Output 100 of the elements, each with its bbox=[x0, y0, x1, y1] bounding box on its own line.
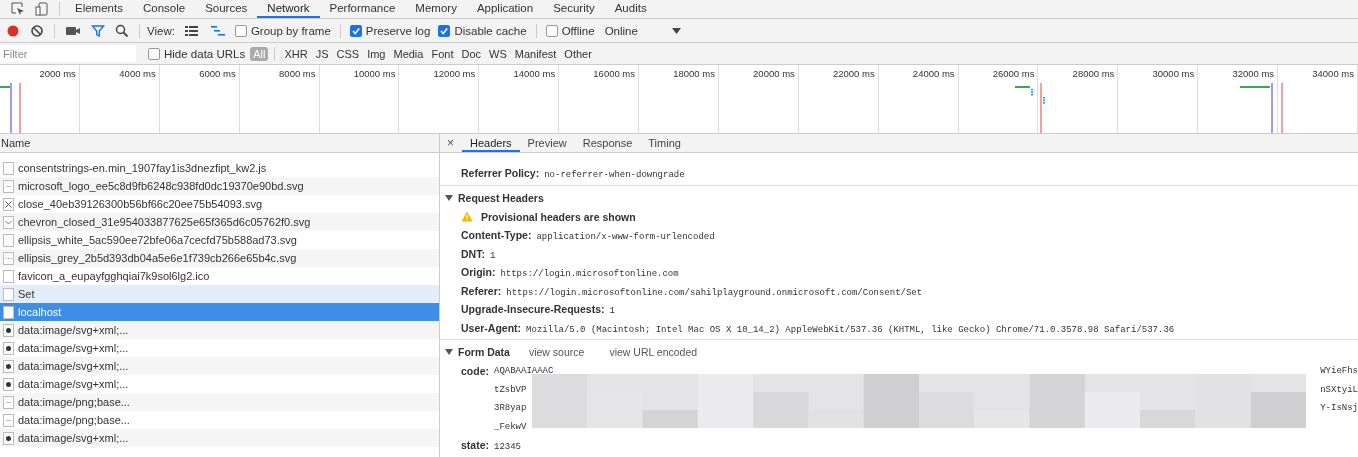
panel-tab[interactable]: Console bbox=[132, 0, 196, 18]
file-icon bbox=[3, 179, 14, 193]
header-value: https://login.microsoftonline.com bbox=[500, 268, 679, 281]
view-label: View: bbox=[147, 24, 175, 37]
request-row[interactable]: data:image/svg+xml;... bbox=[0, 429, 439, 447]
record-icon[interactable] bbox=[6, 23, 20, 38]
header-value: 1 bbox=[609, 305, 615, 318]
search-icon[interactable] bbox=[115, 23, 129, 38]
tick-label: 18000 ms bbox=[673, 68, 715, 79]
device-icon[interactable] bbox=[35, 2, 49, 16]
detail-tab[interactable]: Response bbox=[574, 134, 641, 152]
view-link[interactable]: view source bbox=[528, 346, 585, 358]
type-filter[interactable]: Other bbox=[561, 46, 595, 61]
expanded-triangle-icon[interactable] bbox=[445, 193, 453, 202]
panel-tab[interactable]: Audits bbox=[604, 0, 657, 18]
header-name: DNT: bbox=[461, 246, 485, 262]
checkbox[interactable] bbox=[438, 24, 451, 37]
image-icon bbox=[3, 341, 14, 355]
section-title[interactable]: Request Headers bbox=[458, 191, 544, 204]
ellipsis-icon bbox=[3, 251, 14, 265]
header-value: no-referrer-when-downgrade bbox=[544, 169, 685, 182]
value-fragment: 3R8yap bbox=[494, 402, 527, 415]
file-icon bbox=[3, 269, 14, 283]
request-row[interactable]: data:image/svg+xml;... bbox=[0, 321, 439, 339]
header-name: state: bbox=[461, 438, 489, 453]
panel-tab[interactable]: Performance bbox=[319, 0, 406, 18]
request-row[interactable]: ellipsis_grey_2b5d393db04a5e6e1f739cb266e65b4c.svg bbox=[0, 249, 439, 267]
detail-tab[interactable]: Timing bbox=[640, 134, 689, 152]
list-view-icon[interactable] bbox=[183, 23, 200, 38]
hide-data-urls-label[interactable]: Hide data URLs bbox=[164, 47, 246, 60]
tick-label: 30000 ms bbox=[1152, 68, 1195, 79]
image-icon bbox=[3, 431, 14, 445]
panel-tab[interactable]: Sources bbox=[195, 0, 258, 18]
column-header[interactable]: Name bbox=[0, 134, 439, 153]
option-label[interactable]: Disable cache bbox=[454, 24, 527, 37]
request-row[interactable]: Set bbox=[0, 285, 439, 303]
checkbox[interactable] bbox=[148, 47, 160, 60]
header-value: 12345 bbox=[494, 441, 522, 454]
panel-tab[interactable]: Security bbox=[543, 0, 605, 18]
type-filter[interactable]: JS bbox=[312, 46, 332, 61]
panel-tab[interactable]: Elements bbox=[65, 0, 133, 18]
type-filter[interactable]: CSS bbox=[333, 46, 363, 61]
filter-field[interactable]: Filter bbox=[0, 45, 136, 62]
value-fragment: AQABAAIAAAC bbox=[494, 365, 554, 378]
checkbox[interactable] bbox=[349, 24, 362, 37]
option-label[interactable]: Preserve log bbox=[365, 24, 431, 37]
header-value: 1 bbox=[489, 249, 496, 263]
section-title[interactable]: Form Data bbox=[458, 346, 510, 358]
file-icon bbox=[3, 305, 14, 319]
header-name: Referrer Policy: bbox=[461, 166, 540, 181]
warning-icon bbox=[461, 211, 473, 223]
offline-label[interactable]: Offline bbox=[561, 24, 595, 37]
request-row[interactable]: microsoft_logo_ee5c8d9fb6248c938fd0dc19370e90bd.svg bbox=[0, 177, 439, 195]
file-icon bbox=[3, 395, 14, 409]
tick-label: 8000 ms bbox=[279, 68, 316, 79]
tick-label: 10000 ms bbox=[353, 68, 396, 79]
value-fragment: WYieFhs bbox=[1320, 365, 1358, 378]
file-icon bbox=[3, 413, 14, 427]
image-icon bbox=[3, 359, 14, 373]
checkbox[interactable] bbox=[545, 24, 558, 37]
clear-icon[interactable] bbox=[30, 23, 44, 38]
expanded-triangle-icon[interactable] bbox=[445, 348, 453, 356]
throttling-select[interactable]: Online bbox=[600, 24, 685, 37]
chevron-icon bbox=[3, 215, 14, 229]
panel-tab[interactable]: Memory bbox=[405, 0, 467, 18]
tick-label: 34000 ms bbox=[1312, 68, 1354, 79]
check-icon bbox=[439, 25, 450, 36]
tick-label: 16000 ms bbox=[593, 68, 636, 79]
type-filter[interactable]: Font bbox=[428, 46, 457, 61]
detail-tab[interactable]: Headers bbox=[462, 134, 520, 152]
option-label[interactable]: Group by frame bbox=[250, 24, 331, 37]
view-link[interactable]: view URL encoded bbox=[609, 346, 698, 358]
request-row[interactable]: chevron_closed_31e954033877625e65f365d6c05762f0.svg bbox=[0, 213, 439, 231]
type-filter[interactable]: Media bbox=[390, 46, 427, 61]
tick-label: 6000 ms bbox=[199, 68, 236, 79]
warning-text: Provisional headers are shown bbox=[481, 210, 636, 223]
detail-tab[interactable]: Preview bbox=[519, 134, 575, 152]
type-filter[interactable]: Img bbox=[364, 46, 389, 61]
type-filter[interactable]: Doc bbox=[458, 46, 484, 61]
header-value: Mozilla/5.0 (Macintosh; Intel Mac OS X 10_14_2) AppleWebKit/537.36 (KHTML, like Gecko) Chrome/71.0.3578.98 Safari/537.36 bbox=[526, 323, 1175, 337]
request-row[interactable]: data:image/svg+xml;... bbox=[0, 357, 439, 375]
inspect-icon[interactable] bbox=[11, 2, 25, 16]
header-name: User-Agent: bbox=[461, 320, 522, 336]
filter-icon[interactable] bbox=[91, 23, 105, 38]
header-value: application/x-www-form-urlencoded bbox=[536, 231, 715, 244]
checkbox[interactable] bbox=[234, 24, 247, 37]
request-row[interactable]: data:image/png;base... bbox=[0, 393, 439, 411]
waterfall-view-icon[interactable] bbox=[209, 23, 226, 38]
header-name: Content-Type: bbox=[461, 228, 532, 243]
tick-label: 22000 ms bbox=[832, 68, 875, 79]
tick-label: 28000 ms bbox=[1072, 68, 1115, 79]
image-icon bbox=[3, 377, 14, 391]
header-name: Referer: bbox=[461, 283, 502, 299]
close-button[interactable]: × bbox=[440, 134, 462, 152]
type-filter[interactable]: WS bbox=[486, 46, 510, 61]
type-filter[interactable]: XHR bbox=[281, 46, 311, 61]
value-fragment: tZsbVP bbox=[494, 383, 527, 397]
panel-tab[interactable]: Application bbox=[466, 0, 544, 18]
type-filter[interactable]: Manifest bbox=[511, 46, 560, 61]
tick-label: 20000 ms bbox=[753, 68, 795, 79]
